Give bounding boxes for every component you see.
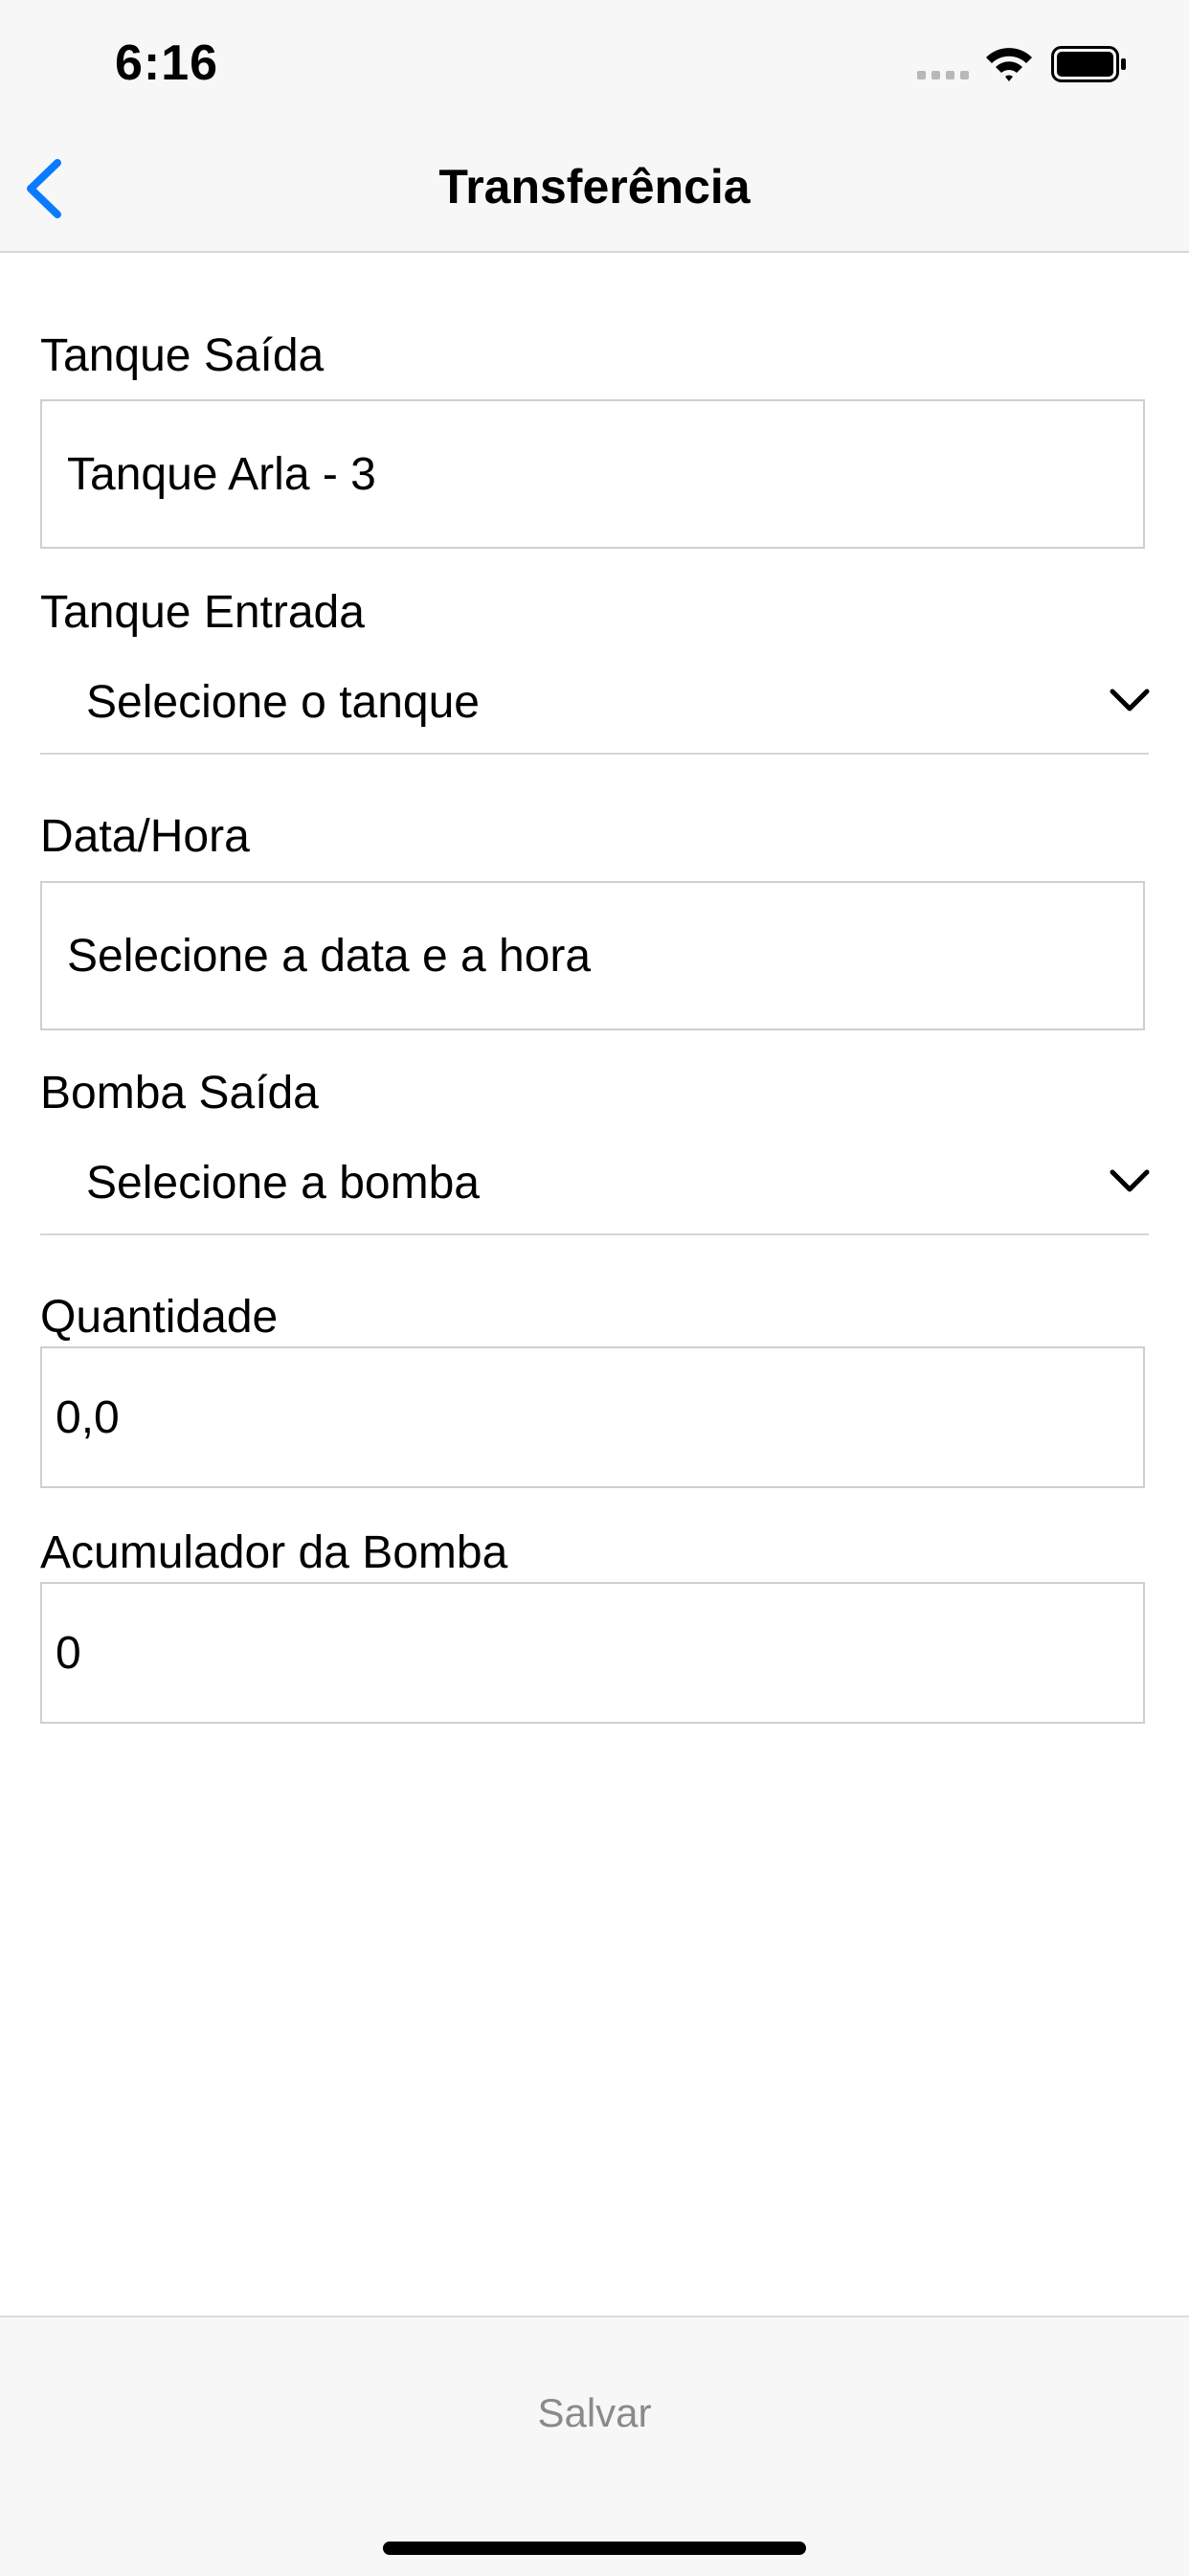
- quantidade-value: 0,0: [56, 1391, 120, 1443]
- acumulador-value: 0: [56, 1627, 81, 1679]
- wifi-icon: [986, 48, 1032, 81]
- chevron-down-icon: [1110, 1169, 1150, 1192]
- tanque-saida-field[interactable]: Tanque Arla - 3: [40, 399, 1145, 549]
- navigation-bar: Transferência: [0, 126, 1189, 253]
- quantidade-label: Quantidade: [40, 1292, 279, 1343]
- chevron-down-icon: [1110, 689, 1150, 712]
- page-title: Transferência: [438, 160, 751, 214]
- bottom-toolbar: Salvar: [0, 2316, 1189, 2576]
- acumulador-input[interactable]: 0: [40, 1582, 1145, 1724]
- home-indicator: [383, 2542, 806, 2555]
- save-button[interactable]: Salvar: [403, 2365, 786, 2461]
- tanque-entrada-label: Tanque Entrada: [40, 587, 365, 638]
- tanque-entrada-select[interactable]: Selecione o tanque: [40, 661, 1150, 755]
- data-hora-field[interactable]: Selecione a data e a hora: [40, 881, 1145, 1030]
- acumulador-label: Acumulador da Bomba: [40, 1527, 508, 1578]
- status-bar: 6:16: [0, 0, 1189, 126]
- bomba-saida-label: Bomba Saída: [40, 1068, 319, 1119]
- battery-icon: [1051, 46, 1126, 82]
- quantidade-input[interactable]: 0,0: [40, 1346, 1145, 1488]
- bomba-saida-select[interactable]: Selecione a bomba: [40, 1141, 1150, 1235]
- cellular-signal-icon: [917, 71, 969, 79]
- bomba-saida-value: Selecione a bomba: [86, 1158, 480, 1209]
- tanque-entrada-value: Selecione o tanque: [86, 677, 480, 728]
- data-hora-label: Data/Hora: [40, 811, 250, 862]
- tanque-saida-value: Tanque Arla - 3: [67, 448, 376, 500]
- tanque-saida-label: Tanque Saída: [40, 330, 325, 381]
- data-hora-value: Selecione a data e a hora: [67, 930, 592, 982]
- status-time: 6:16: [115, 35, 219, 91]
